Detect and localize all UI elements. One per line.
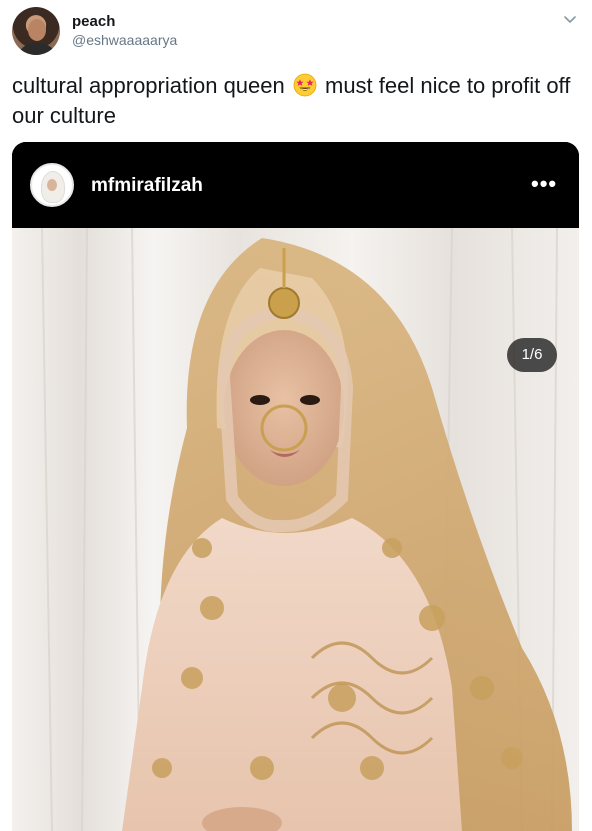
tweet-header: peach @eshwaaaaarya: [0, 0, 592, 70]
handle[interactable]: @eshwaaaaarya: [72, 32, 177, 48]
instagram-avatar[interactable]: [30, 163, 74, 207]
bridal-portrait-image[interactable]: 1/6: [12, 228, 579, 831]
star-struck-emoji: [293, 73, 317, 97]
tweet-text: cultural appropriation queen must feel n…: [12, 71, 582, 131]
display-name[interactable]: peach: [72, 13, 115, 30]
chevron-down-icon[interactable]: [563, 12, 577, 26]
instagram-username[interactable]: mfmirafilzah: [91, 175, 203, 197]
more-dots-icon[interactable]: •••: [531, 173, 557, 195]
embedded-instagram-post[interactable]: mfmirafilzah ••• 1/6: [12, 142, 579, 831]
instagram-header: mfmirafilzah •••: [12, 142, 579, 228]
slide-counter: 1/6: [507, 338, 557, 372]
avatar[interactable]: [12, 7, 60, 55]
tweet-text-part1: cultural appropriation queen: [12, 73, 285, 98]
